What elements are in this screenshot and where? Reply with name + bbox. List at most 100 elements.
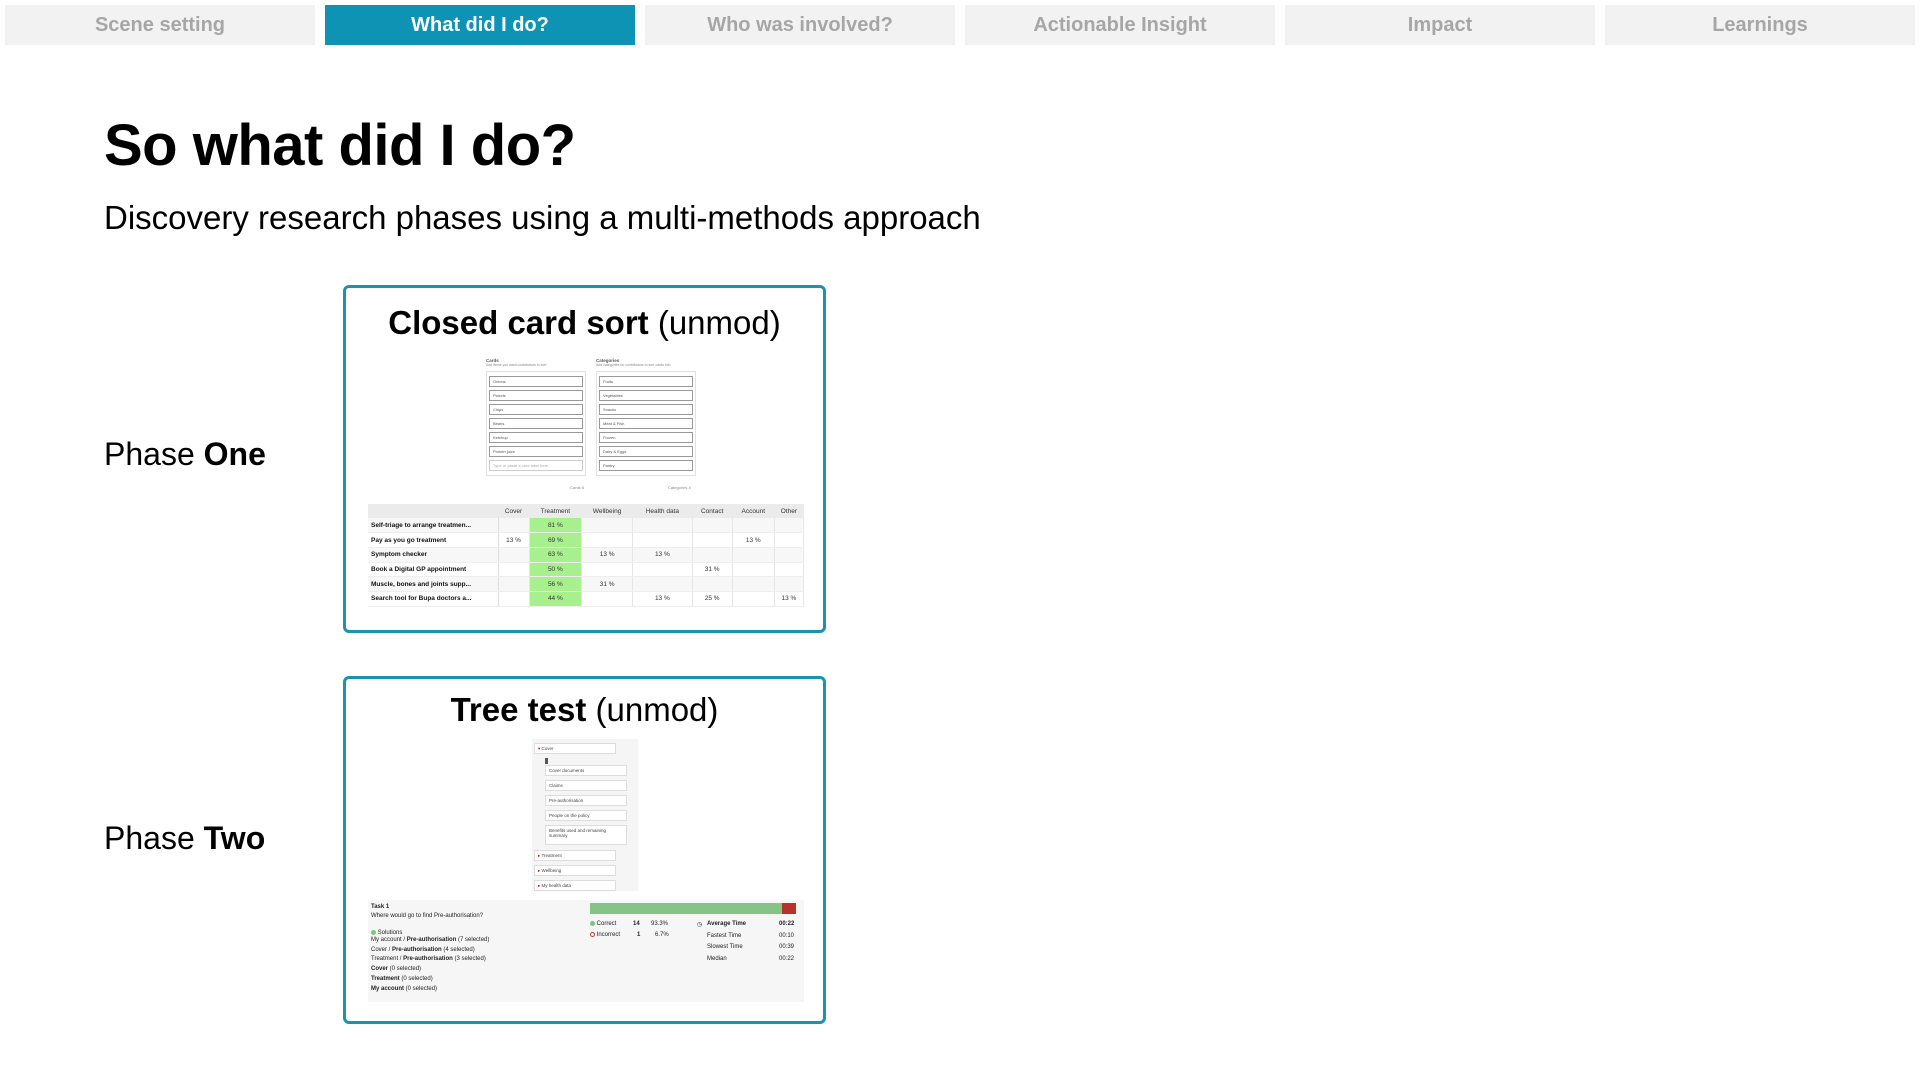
tree-node-label: Treatment [541, 853, 562, 858]
tab-what-did-i-do[interactable]: What did I do? [325, 5, 635, 45]
matrix-column-header: Account [732, 504, 775, 518]
matrix-cell [632, 532, 693, 548]
matrix-cell: 13 % [632, 591, 693, 607]
tree-node-sibling: ▸ Wellbeing [534, 865, 616, 876]
matrix-cell [732, 547, 775, 563]
matrix-cell [732, 562, 775, 578]
chevron-right-icon: ▸ [538, 883, 541, 888]
card-sort-title: Closed card sort (unmod) [346, 304, 823, 342]
tree-test-screenshot: ▾ Cover Cover documents Claims Pre-autho… [532, 739, 638, 891]
incorrect-count: 1 [637, 932, 641, 938]
matrix-cell [774, 518, 805, 534]
card-item: Onions [489, 376, 583, 387]
phase-emphasis: One [203, 436, 266, 472]
matrix-column-header: Cover [498, 504, 530, 518]
time-value: 00:22 [779, 921, 795, 927]
matrix-cell [732, 518, 775, 534]
tab-who-was-involved[interactable]: Who was involved? [645, 5, 955, 45]
phase-one-label: Phase One [104, 436, 266, 473]
card-sort-title-bold: Closed card sort [388, 304, 649, 341]
tree-test-task-results: Task 1 Where would go to find Pre-author… [368, 900, 804, 1002]
page-subtitle: Discovery research phases using a multi-… [104, 199, 981, 236]
matrix-cell [692, 576, 733, 592]
tree-test-card: Tree test (unmod) ▾ Cover Cover document… [343, 676, 826, 1024]
cards-column: Cards Add items you want contributors to… [486, 358, 586, 476]
card-sort-card: Closed card sort (unmod) Cards Add items… [343, 285, 826, 633]
category-item: Pantry [599, 460, 693, 471]
solution-count: (7 selected) [456, 937, 490, 944]
matrix-cell [632, 576, 693, 592]
tab-actionable-insight[interactable]: Actionable Insight [965, 5, 1275, 45]
solution-path: Treatment / [371, 956, 404, 963]
matrix-cell: 13 % [632, 547, 693, 563]
correct-percent: 93.3% [651, 921, 669, 927]
time-label: Average Time [707, 921, 747, 927]
category-item: Snacks [599, 404, 693, 415]
matrix-row-label: Book a Digital GP appointment [368, 562, 499, 578]
matrix-cell [632, 518, 693, 534]
matrix-column-header: Health data [632, 504, 693, 518]
tree-test-title-bold: Tree test [450, 691, 587, 728]
failure-bar-segment [782, 903, 796, 914]
matrix-cell: 81 % [529, 518, 583, 534]
tree-child: Benefits used and remaining summary [545, 825, 627, 845]
tab-scene-setting[interactable]: Scene setting [5, 5, 315, 45]
matrix-row-label: Muscle, bones and joints supp... [368, 576, 499, 592]
tree-node-root: ▾ Cover [534, 743, 616, 754]
tree-node-label: My health data [541, 883, 572, 888]
matrix-cell [774, 532, 805, 548]
tree-child: Pre-authorisation [545, 795, 627, 806]
success-bar [590, 903, 796, 914]
matrix-column-header: Contact [692, 504, 733, 518]
cards-list: Onions Pickels Chips Beans Ketchup Protein ju… [486, 371, 586, 476]
matrix-row: Search tool for Bupa doctors a... 44 % 13 … [368, 591, 805, 607]
tree-node-sibling: ▸ Treatment [534, 850, 616, 861]
solution-count: (0 selected) [404, 985, 438, 992]
matrix-column-header [368, 504, 498, 518]
matrix-cell: 63 % [529, 547, 583, 563]
matrix-row-label: Self-triage to arrange treatmen... [368, 518, 499, 534]
cards-subheading: Add items you want contributors to sort [486, 363, 547, 367]
correct-label: Correct [596, 921, 617, 928]
card-sort-editor-screenshot: Cards Add items you want contributors to… [486, 358, 696, 490]
card-sort-results-matrix: Cover Treatment Wellbeing Health data Contac… [368, 504, 805, 607]
tab-learnings[interactable]: Learnings [1605, 5, 1915, 45]
card-item: Protein juice [489, 446, 583, 457]
tree-node-label: Cover [541, 746, 554, 751]
tab-impact[interactable]: Impact [1285, 5, 1595, 45]
matrix-cell: 69 % [529, 532, 583, 548]
category-item: Vegetables [599, 390, 693, 401]
page-title: So what did I do? [104, 113, 576, 178]
correct-count: 14 [633, 921, 640, 927]
category-item: Meat & Fish [599, 418, 693, 429]
matrix-cell: 50 % [529, 562, 583, 578]
card-item: Ketchup [489, 432, 583, 443]
phase-prefix: Phase [104, 436, 204, 472]
matrix-cell: 13 % [774, 591, 805, 607]
solution-line: Treatment / Pre-authorisation (3 selecte… [371, 955, 801, 965]
phase-emphasis: Two [203, 820, 266, 856]
matrix-row-label: Search tool for Bupa doctors a... [368, 591, 499, 607]
tree-child: Claims [545, 780, 627, 791]
category-item: Frozen [599, 432, 693, 443]
category-item: Fruits [599, 376, 693, 387]
card-sort-title-rest: (unmod) [648, 304, 781, 341]
correct-stat: Correct 14 93.3% [590, 921, 668, 928]
tree-test-title-rest: (unmod) [586, 691, 719, 728]
matrix-cell: 13 % [732, 532, 775, 548]
solution-count: (4 selected) [441, 946, 475, 953]
matrix-cell [732, 576, 775, 592]
matrix-cell [774, 547, 805, 563]
time-value: 00:10 [779, 932, 795, 939]
matrix-column-header: Wellbeing [581, 504, 633, 518]
solution-node: Treatment [371, 975, 400, 982]
matrix-cell [581, 562, 634, 578]
solution-node: Pre-authorisation [392, 946, 442, 953]
matrix-cell [632, 562, 693, 578]
time-value: 00:39 [779, 944, 795, 950]
matrix-cell: 31 % [581, 576, 634, 592]
solution-line: Treatment (0 selected) [371, 975, 801, 985]
matrix-cell [498, 562, 530, 578]
matrix-row-label: Pay as you go treatment [368, 532, 499, 548]
solution-count: (0 selected) [399, 975, 433, 982]
